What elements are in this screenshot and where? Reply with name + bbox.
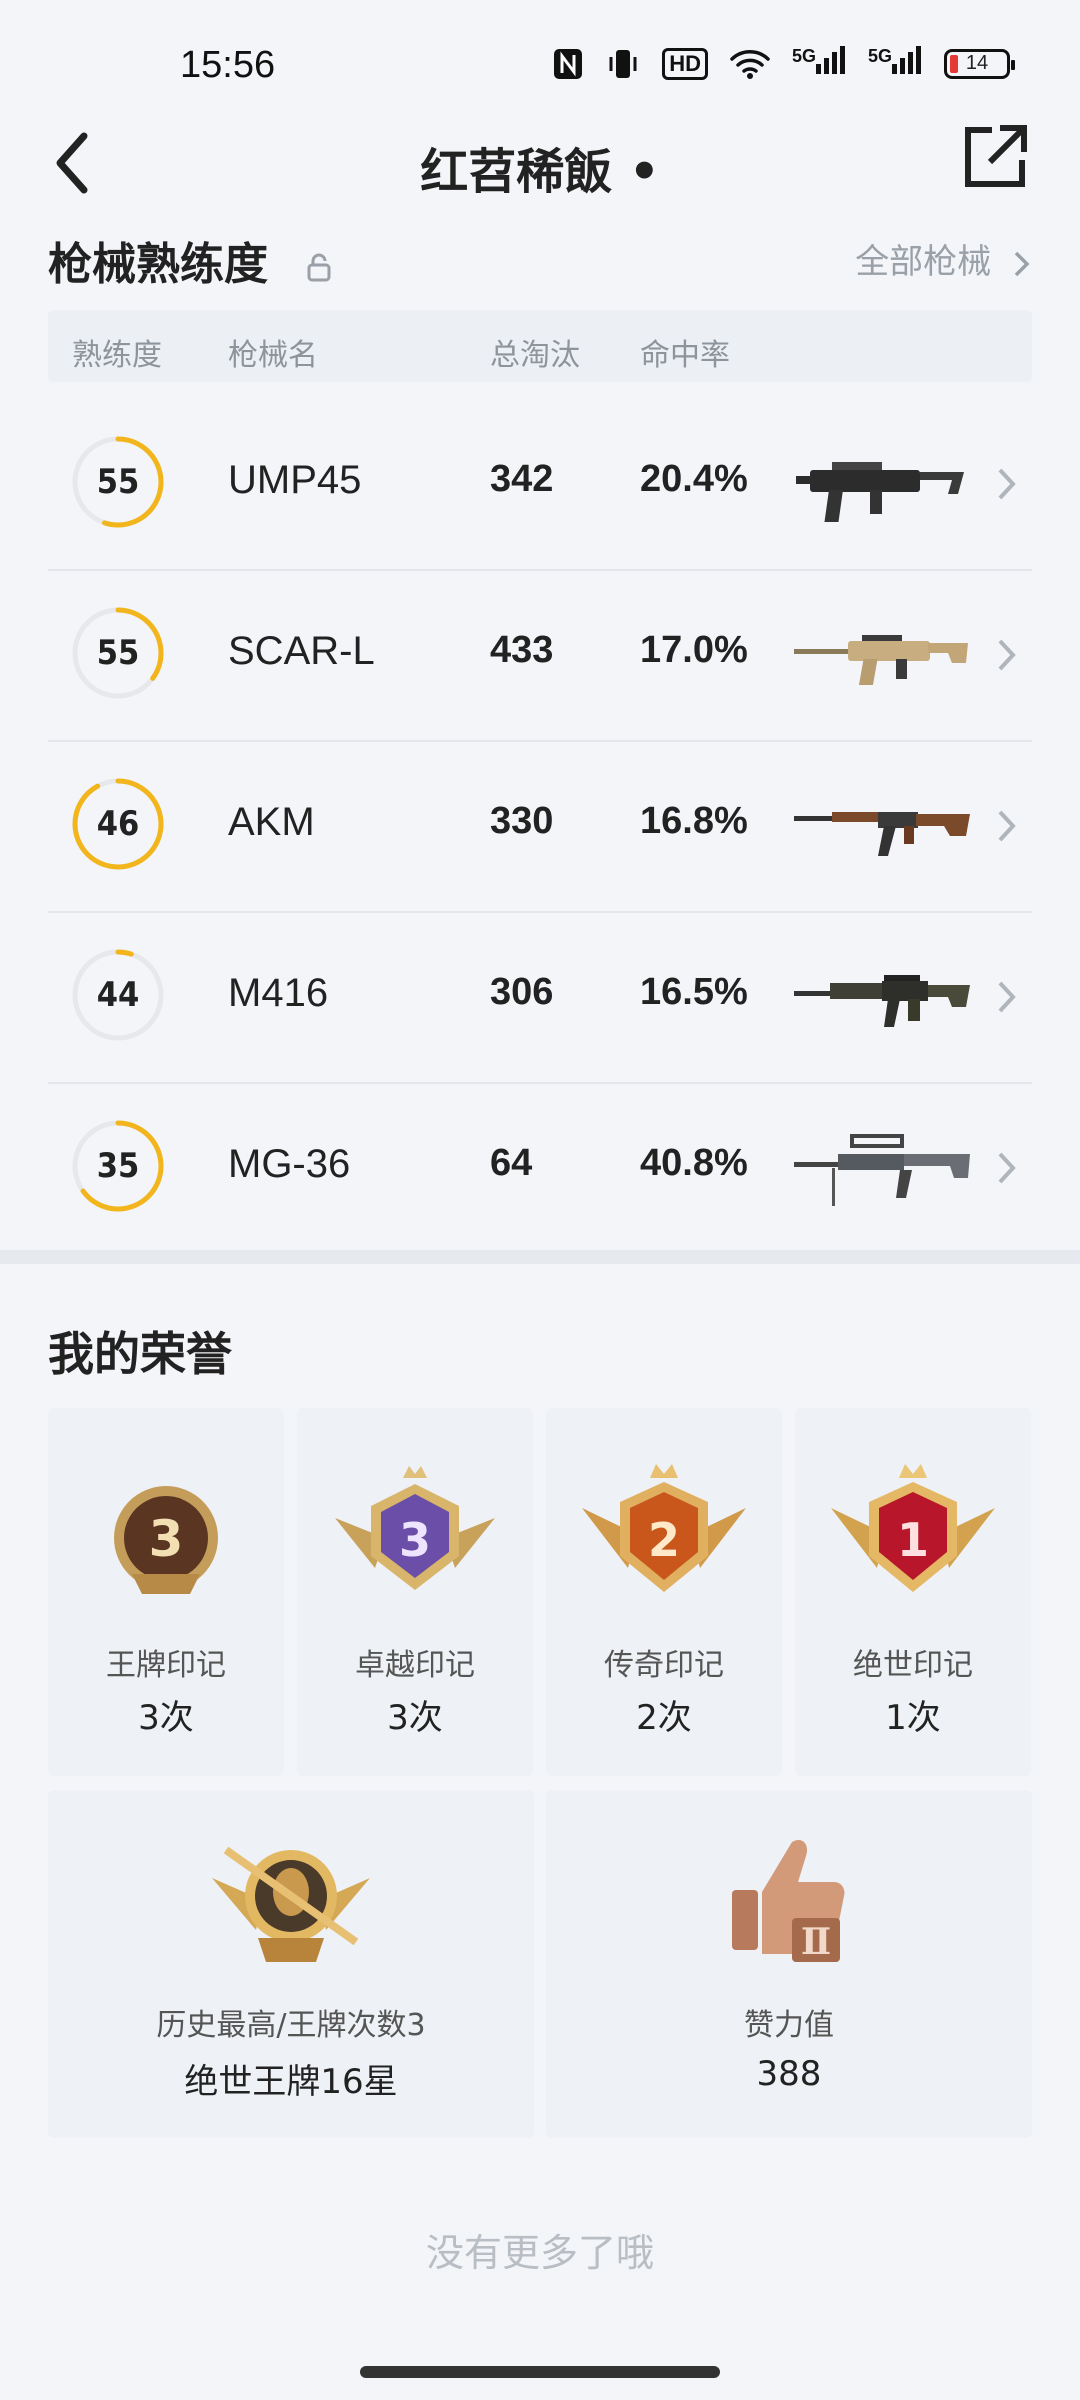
weapon-hit-rate: 17.0%: [640, 629, 748, 671]
proficiency-level: 55: [96, 633, 140, 673]
weapon-name: SCAR-L: [228, 629, 375, 673]
nfc-icon: [554, 48, 583, 79]
weapon-row[interactable]: 46 AKM 330 16.8%: [48, 742, 1032, 913]
scar-l-gun-image: [794, 635, 968, 685]
share-external-icon[interactable]: [960, 122, 1030, 192]
honor-card-legend[interactable]: 2 传奇印记 2次: [546, 1408, 782, 1776]
weapon-name: MG-36: [228, 1142, 351, 1186]
proficiency-level: 55: [96, 462, 140, 502]
weapon-name: UMP45: [228, 458, 362, 502]
hd-icon: HD: [662, 47, 708, 80]
m416-gun-image: [794, 975, 970, 1027]
honor-label: 绝世印记: [853, 1648, 973, 1683]
page-title: 红苕稀飯 •: [420, 144, 660, 200]
honor-card-peerless[interactable]: 1 绝世印记 1次: [795, 1408, 1031, 1776]
weapon-kills: 64: [490, 1142, 533, 1184]
proficiency-level: 44: [96, 975, 140, 1015]
home-indicator[interactable]: [360, 2366, 720, 2378]
honor-card-excellence[interactable]: 3 卓越印记 3次: [297, 1408, 533, 1776]
highest-rank-card[interactable]: 历史最高/王牌次数3 绝世王牌16星: [48, 1790, 534, 2138]
weapon-kills: 306: [490, 971, 554, 1013]
weapon-hit-rate: 16.8%: [640, 800, 748, 842]
vibrate-icon: [609, 49, 637, 78]
weapon-name: AKM: [228, 800, 315, 844]
battery-icon: 14: [944, 48, 1015, 79]
column-weapon-name: 枪械名: [228, 338, 318, 373]
weapon-kills: 433: [490, 629, 554, 671]
status-time: 15:56: [180, 44, 276, 86]
likes-label: 赞力值: [744, 2008, 834, 2043]
ump45-gun-image: [796, 462, 964, 522]
peerless-mark-badge: 1: [831, 1464, 995, 1592]
honor-value: 3次: [387, 1698, 443, 1738]
chevron-right-icon: [998, 1152, 1016, 1184]
highest-rank-badge: [212, 1846, 370, 1962]
thumbs-up-badge: Ⅱ: [732, 1839, 845, 1963]
ace-mark-numeral: 3: [149, 1510, 184, 1568]
chevron-right-icon: [998, 810, 1016, 842]
proficiency-level: 35: [96, 1146, 140, 1186]
top-app-bar: 红苕稀飯 •: [0, 110, 1080, 220]
all-weapons-label: 全部枪械: [855, 242, 992, 282]
ace-mark-badge: 3: [114, 1486, 218, 1594]
weapon-name: M416: [228, 971, 329, 1015]
lock-icon[interactable]: [305, 252, 333, 282]
weapon-kills: 330: [490, 800, 554, 842]
weapons-table-header: 熟练度 枪械名 总淘汰 命中率: [48, 310, 1032, 382]
honor-value: 2次: [636, 1698, 692, 1738]
weapon-kills: 342: [490, 458, 554, 500]
likes-card[interactable]: Ⅱ 赞力值 388: [546, 1790, 1032, 2138]
weapon-hit-rate: 40.8%: [640, 1142, 748, 1184]
weapon-row[interactable]: 44 M416 306 16.5%: [48, 913, 1032, 1084]
honor-card-ace[interactable]: 3 王牌印记 3次: [48, 1408, 284, 1776]
signal-5g-icon: 5G: [868, 46, 922, 81]
wifi-icon: [730, 49, 770, 79]
chevron-right-icon: [998, 639, 1016, 671]
section-divider: [0, 1250, 1080, 1264]
honor-value: 1次: [885, 1698, 941, 1738]
weapon-row[interactable]: 55 UMP45 342 20.4%: [48, 400, 1032, 571]
proficiency-level: 46: [96, 804, 140, 844]
column-proficiency: 熟练度: [72, 338, 162, 373]
highest-rank-label: 历史最高/王牌次数3: [156, 2008, 426, 2043]
mg36-gun-image: [794, 1134, 970, 1206]
excellence-mark-badge: 3: [335, 1466, 495, 1590]
peerless-mark-numeral: 1: [897, 1513, 929, 1567]
weapons-list: 55 UMP45 342 20.4% 55 SCAR-L 433 17.0% 4…: [48, 400, 1032, 1255]
weapon-hit-rate: 16.5%: [640, 971, 748, 1013]
likes-value: 388: [756, 2054, 822, 2094]
likes-badge-numeral: Ⅱ: [801, 1921, 831, 1963]
honor-value: 3次: [138, 1698, 194, 1738]
highest-rank-value: 绝世王牌16星: [184, 2062, 398, 2102]
honor-label: 传奇印记: [604, 1648, 724, 1683]
chevron-right-icon: [998, 468, 1016, 500]
honor-label: 王牌印记: [106, 1648, 226, 1683]
weapons-title-text: 枪械熟练度: [48, 239, 268, 290]
all-weapons-link[interactable]: 全部枪械: [855, 234, 1032, 283]
no-more-content: 没有更多了哦: [425, 2231, 654, 2275]
excellence-mark-numeral: 3: [399, 1513, 431, 1567]
chevron-right-icon: [998, 981, 1016, 1013]
weapon-row[interactable]: 35 MG-36 64 40.8%: [48, 1084, 1032, 1255]
column-hit-rate: 命中率: [640, 338, 730, 373]
chevron-right-icon: [1014, 251, 1030, 276]
signal-5g-icon: 5G: [792, 46, 846, 81]
honors-section-title: 我的荣誉: [48, 1327, 232, 1381]
column-total-kills: 总淘汰: [490, 338, 580, 373]
legend-mark-badge: 2: [582, 1464, 746, 1592]
weapon-hit-rate: 20.4%: [640, 458, 748, 500]
status-icons: HD 5G 5G 14: [552, 46, 1015, 81]
akm-gun-image: [794, 812, 970, 856]
weapon-row[interactable]: 55 SCAR-L 433 17.0%: [48, 571, 1032, 742]
legend-mark-numeral: 2: [648, 1513, 680, 1567]
honor-label: 卓越印记: [355, 1648, 475, 1683]
